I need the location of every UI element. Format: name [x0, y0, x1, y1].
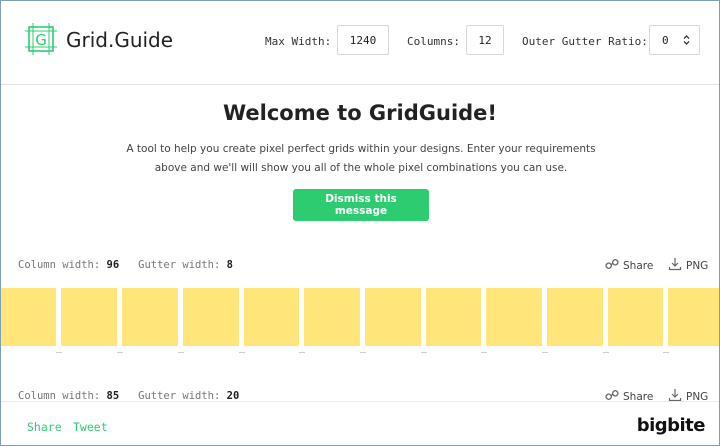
- gutter-tick: [56, 352, 62, 353]
- welcome-text: A tool to help you create pixel perfect …: [121, 140, 601, 178]
- footer-bar: Share Tweet bigbite: [1, 401, 719, 445]
- gutter-tick: [178, 352, 184, 353]
- gutter-tick: [421, 352, 427, 353]
- footer-tweet-link[interactable]: Tweet: [73, 420, 108, 434]
- column-width-value: 96: [106, 259, 120, 271]
- gutter-ratio-select[interactable]: 0: [649, 25, 700, 55]
- grid-column: [244, 288, 299, 346]
- gutter-tick: [542, 352, 548, 353]
- grid-column: [61, 288, 117, 346]
- grid-column: [183, 288, 239, 346]
- gutter-tick: [603, 352, 609, 353]
- grid-column: [608, 288, 663, 346]
- grid-column: [1, 288, 56, 346]
- brand-name[interactable]: Grid.Guide: [66, 28, 173, 52]
- share-label: Share: [623, 259, 654, 272]
- grid-1-meta: Column width: 96 Gutter width: 8: [18, 259, 233, 271]
- grid-1-png-button[interactable]: PNG: [668, 257, 708, 274]
- gutter-tick: [663, 352, 669, 353]
- footer-share-link[interactable]: Share: [27, 420, 62, 434]
- gutter-ratio-label: Outer Gutter Ratio:: [522, 35, 648, 48]
- gutter-tick: [481, 352, 487, 353]
- gutter-width-value: 8: [226, 259, 233, 271]
- gutter-tick: [117, 352, 123, 353]
- grid-column: [365, 288, 421, 346]
- max-width-label: Max Width:: [265, 35, 332, 48]
- dismiss-button[interactable]: Dismiss this message: [293, 189, 429, 221]
- gutter-width-label: Gutter width:: [138, 259, 221, 271]
- grid-column: [426, 288, 481, 346]
- png-label: PNG: [686, 259, 709, 272]
- bigbite-logo[interactable]: bigbite: [637, 415, 706, 436]
- grid-column: [486, 288, 542, 346]
- welcome-text-line2: above and we'll will show you all of the…: [154, 162, 568, 174]
- logo-grid-icon[interactable]: G: [25, 23, 57, 55]
- grid-column: [304, 288, 360, 346]
- grid-1-share-button[interactable]: Share: [605, 257, 653, 274]
- max-width-input[interactable]: 1240: [337, 25, 389, 55]
- welcome-title: Welcome to GridGuide!: [222, 101, 497, 125]
- grid-column: [122, 288, 178, 346]
- grid-column: [668, 288, 719, 346]
- grid-column: [547, 288, 603, 346]
- link-icon: [605, 257, 619, 274]
- welcome-text-line1: A tool to help you create pixel perfect …: [126, 143, 596, 155]
- header: G Grid.Guide Max Width: 1240 Columns: 12…: [1, 1, 719, 85]
- logo-letter: G: [35, 31, 47, 49]
- app-window: G Grid.Guide Max Width: 1240 Columns: 12…: [0, 0, 720, 446]
- columns-label: Columns:: [407, 35, 460, 48]
- chevron-updown-icon: [683, 34, 690, 49]
- download-icon: [668, 257, 682, 274]
- gutter-tick: [239, 352, 245, 353]
- gutter-ratio-value: 0: [662, 33, 669, 47]
- columns-input[interactable]: 12: [466, 25, 504, 55]
- gutter-tick: [360, 352, 366, 353]
- gutter-tick: [299, 352, 305, 353]
- grid-1-preview: [1, 288, 719, 346]
- column-width-label: Column width:: [18, 259, 101, 271]
